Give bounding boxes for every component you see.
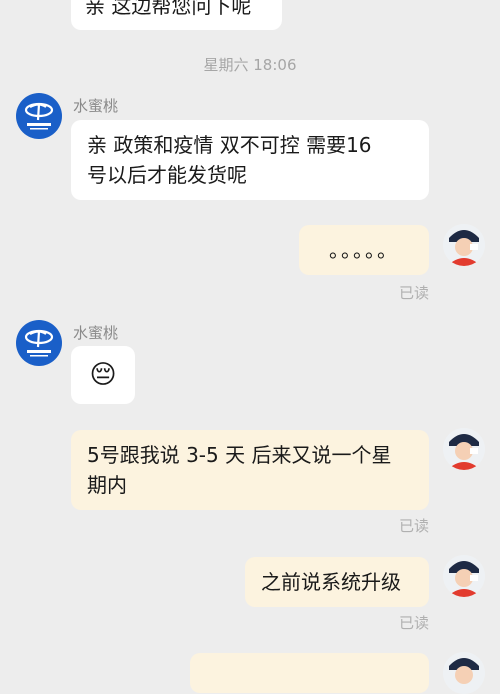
timestamp: 星期六 18:06: [203, 56, 297, 74]
message-text-line: 亲 政策和疫情 双不可控 需要16: [87, 133, 372, 157]
message-bubble-incoming[interactable]: 亲 政策和疫情 双不可控 需要16 号以后才能发货呢: [71, 120, 429, 200]
contact-avatar[interactable]: [16, 93, 62, 139]
message-text: 之前说系统升级: [261, 570, 401, 594]
user-avatar[interactable]: [443, 555, 485, 597]
user-photo-avatar: [443, 652, 485, 694]
message-bubble-incoming[interactable]: 亲 这边帮您问下呢: [71, 0, 282, 30]
user-avatar[interactable]: [443, 224, 485, 266]
user-photo-avatar: [443, 555, 485, 597]
message-bubble-outgoing[interactable]: 之前说系统升级: [245, 557, 429, 607]
contact-avatar[interactable]: [16, 320, 62, 366]
message-text: 亲 这边帮您问下呢: [85, 0, 252, 18]
sender-name: 水蜜桃: [73, 324, 119, 342]
pensive-face-icon: 😔: [89, 360, 117, 390]
message-text: 。。。。。: [329, 238, 399, 262]
china-telecom-logo-icon: [24, 102, 54, 130]
user-avatar[interactable]: [443, 428, 485, 470]
read-receipt: 已读: [399, 517, 430, 535]
message-bubble-outgoing[interactable]: 5号跟我说 3-5 天 后来又说一个星 期内: [71, 430, 429, 510]
message-text-line: 期内: [87, 473, 127, 497]
message-bubble-incoming[interactable]: 😔: [71, 346, 135, 404]
user-photo-avatar: [443, 428, 485, 470]
read-receipt: 已读: [399, 614, 430, 632]
read-receipt: 已读: [399, 284, 430, 302]
china-telecom-logo-icon: [24, 329, 54, 357]
user-avatar-partial[interactable]: [443, 652, 485, 694]
user-photo-avatar: [443, 224, 485, 266]
message-text-line: 号以后才能发货呢: [87, 163, 247, 187]
message-bubble-outgoing[interactable]: 。。。。。: [299, 225, 429, 275]
sender-name: 水蜜桃: [73, 97, 119, 115]
message-bubble-outgoing-partial[interactable]: [190, 653, 429, 693]
message-text-line: 5号跟我说 3-5 天 后来又说一个星: [87, 443, 392, 467]
